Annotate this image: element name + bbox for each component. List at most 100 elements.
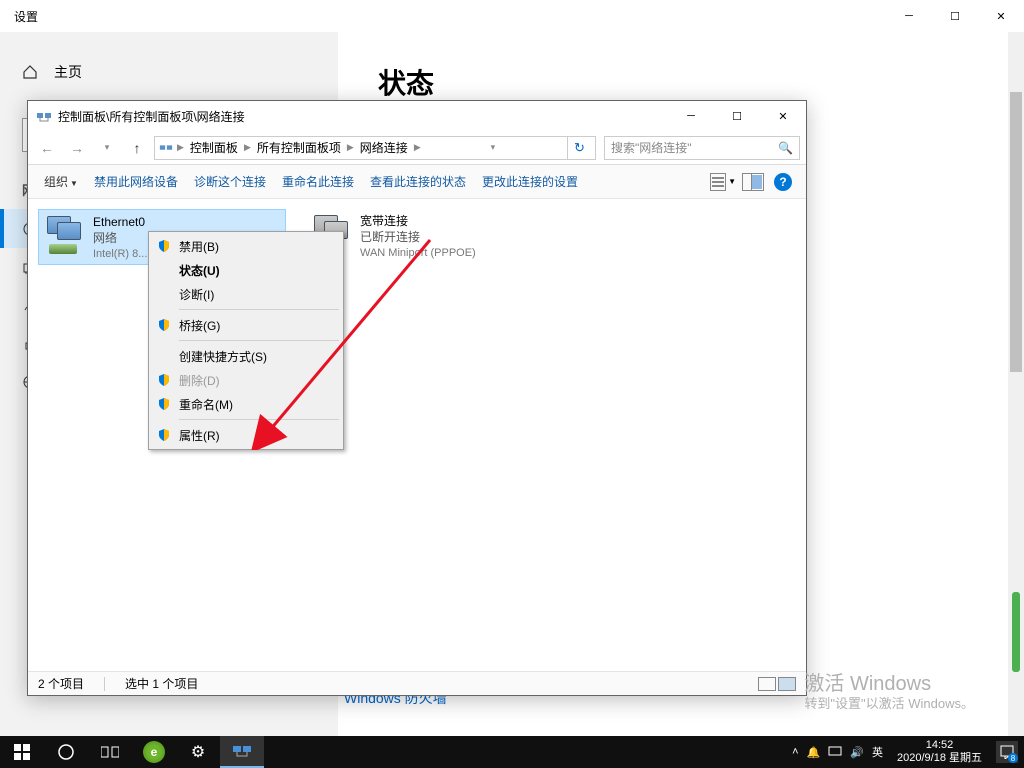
tb-disable-device[interactable]: 禁用此网络设备 bbox=[88, 169, 184, 194]
tb-diagnose[interactable]: 诊断这个连接 bbox=[188, 169, 272, 194]
tray-network-icon[interactable] bbox=[828, 744, 842, 761]
shield-icon bbox=[157, 428, 171, 442]
task-view-button[interactable] bbox=[88, 736, 132, 768]
tb-view-status[interactable]: 查看此连接的状态 bbox=[364, 169, 472, 194]
chevron-right-icon[interactable]: ▶ bbox=[345, 142, 356, 153]
windows-icon bbox=[14, 744, 30, 760]
forward-button: → bbox=[64, 135, 90, 161]
crumb-control-panel[interactable]: 控制面板 bbox=[186, 139, 242, 156]
cortana-button[interactable] bbox=[44, 736, 88, 768]
cp-toolbar: 组织▼ 禁用此网络设备 诊断这个连接 重命名此连接 查看此连接的状态 更改此连接… bbox=[28, 165, 806, 199]
connection-name: Ethernet0 bbox=[93, 214, 147, 230]
shield-icon bbox=[157, 318, 171, 332]
menu-disable[interactable]: 禁用(B) bbox=[151, 234, 341, 258]
cp-search-input[interactable]: 搜索"网络连接" 🔍 bbox=[604, 136, 800, 160]
back-button[interactable]: ← bbox=[34, 135, 60, 161]
menu-separator bbox=[179, 309, 339, 310]
connection-device: WAN Miniport (PPPOE) bbox=[360, 245, 476, 261]
divider bbox=[104, 677, 105, 691]
chevron-right-icon[interactable]: ▶ bbox=[242, 142, 253, 153]
tray-notifications-icon[interactable]: 🔔 bbox=[807, 746, 821, 759]
crumb-network-connections[interactable]: 网络连接 bbox=[356, 139, 412, 156]
view-options-button[interactable]: ▼ bbox=[710, 169, 736, 195]
crumb-all-items[interactable]: 所有控制面板项 bbox=[253, 139, 345, 156]
cp-minimize-button[interactable]: ─ bbox=[668, 102, 714, 130]
tray-volume-icon[interactable]: 🔊 bbox=[850, 746, 864, 759]
menu-bridge[interactable]: 桥接(G) bbox=[151, 313, 341, 337]
view-mode-icons[interactable] bbox=[758, 677, 796, 691]
taskbar: e ⚙ ˄ 🔔 🔊 英 14:52 2020/9/18 星期五 8 bbox=[0, 736, 1024, 768]
cp-maximize-button[interactable]: ☐ bbox=[714, 102, 760, 130]
menu-delete: 删除(D) bbox=[151, 368, 341, 392]
system-tray: ˄ 🔔 🔊 英 14:52 2020/9/18 星期五 8 bbox=[792, 739, 1024, 765]
cp-close-button[interactable]: ✕ bbox=[760, 102, 806, 130]
tray-chevron-up-icon[interactable]: ˄ bbox=[792, 746, 798, 758]
help-icon: ? bbox=[774, 173, 792, 191]
gear-icon: ⚙ bbox=[191, 742, 205, 762]
up-button[interactable]: ↑ bbox=[124, 135, 150, 161]
clock-date: 2020/9/18 星期五 bbox=[897, 752, 982, 765]
tray-ime-indicator[interactable]: 英 bbox=[872, 744, 883, 760]
cp-search-placeholder: 搜索"网络连接" bbox=[611, 139, 692, 156]
settings-scrollbar[interactable] bbox=[1008, 32, 1024, 736]
home-label: 主页 bbox=[54, 62, 82, 82]
page-heading: 状态 bbox=[378, 62, 984, 102]
shield-icon bbox=[157, 373, 171, 387]
menu-properties[interactable]: 属性(R) bbox=[151, 423, 341, 447]
scrollbar-thumb[interactable] bbox=[1010, 92, 1022, 372]
menu-label: 删除(D) bbox=[179, 372, 220, 389]
tb-rename[interactable]: 重命名此连接 bbox=[276, 169, 360, 194]
minimize-button[interactable]: ─ bbox=[886, 0, 932, 32]
menu-status[interactable]: 状态(U) bbox=[151, 258, 341, 282]
cp-title-text: 控制面板\所有控制面板项\网络连接 bbox=[58, 108, 245, 125]
notification-badge: 8 bbox=[1008, 753, 1018, 763]
address-dropdown[interactable]: ▾ bbox=[491, 142, 500, 153]
network-adapter-icon bbox=[43, 214, 85, 256]
connection-device: Intel(R) 8... bbox=[93, 246, 147, 262]
connection-status: 网络 bbox=[93, 230, 147, 246]
shield-icon bbox=[157, 397, 171, 411]
maximize-button[interactable]: ☐ bbox=[932, 0, 978, 32]
settings-titlebar: 设置 ─ ☐ ✕ bbox=[0, 0, 1024, 32]
organize-button[interactable]: 组织▼ bbox=[38, 169, 84, 194]
taskview-icon bbox=[101, 745, 119, 759]
tray-clock[interactable]: 14:52 2020/9/18 星期五 bbox=[891, 739, 988, 765]
menu-label: 重命名(M) bbox=[179, 396, 233, 413]
help-button[interactable]: ? bbox=[770, 169, 796, 195]
menu-rename[interactable]: 重命名(M) bbox=[151, 392, 341, 416]
breadcrumb[interactable]: ▶ 控制面板 ▶ 所有控制面板项 ▶ 网络连接 ▶ ▾ ↻ bbox=[154, 136, 596, 160]
preview-pane-button[interactable] bbox=[740, 169, 766, 195]
tb-change-settings[interactable]: 更改此连接的设置 bbox=[476, 169, 584, 194]
shield-icon bbox=[157, 239, 171, 253]
search-icon: 🔍 bbox=[778, 141, 793, 155]
network-connections-window: 控制面板\所有控制面板项\网络连接 ─ ☐ ✕ ← → ▾ ↑ ▶ 控制面板 ▶… bbox=[27, 100, 807, 696]
recent-dropdown[interactable]: ▾ bbox=[94, 135, 120, 161]
menu-label: 创建快捷方式(S) bbox=[179, 348, 267, 365]
menu-label: 桥接(G) bbox=[179, 317, 220, 334]
action-center-button[interactable]: 8 bbox=[996, 741, 1018, 763]
cp-content[interactable]: Ethernet0 网络 Intel(R) 8... ✕ 宽带连接 已断开连接 … bbox=[28, 199, 806, 671]
taskbar-explorer-button[interactable] bbox=[220, 736, 264, 768]
start-button[interactable] bbox=[0, 736, 44, 768]
cp-statusbar: 2 个项目 选中 1 个项目 bbox=[28, 671, 806, 695]
watermark-subtitle: 转到"设置"以激活 Windows。 bbox=[804, 694, 974, 714]
refresh-button[interactable]: ↻ bbox=[567, 136, 591, 160]
activation-watermark: 激活 Windows 转到"设置"以激活 Windows。 bbox=[804, 674, 974, 714]
menu-shortcut[interactable]: 创建快捷方式(S) bbox=[151, 344, 341, 368]
status-item-count: 2 个项目 bbox=[38, 675, 84, 692]
chevron-right-icon[interactable]: ▶ bbox=[175, 142, 186, 153]
home-row[interactable]: 主页 bbox=[0, 52, 338, 92]
menu-diagnose[interactable]: 诊断(I) bbox=[151, 282, 341, 306]
edge-button[interactable]: e bbox=[132, 736, 176, 768]
menu-label: 诊断(I) bbox=[179, 286, 214, 303]
close-button[interactable]: ✕ bbox=[978, 0, 1024, 32]
menu-separator bbox=[179, 419, 339, 420]
watermark-title: 激活 Windows bbox=[804, 674, 974, 694]
chevron-right-icon[interactable]: ▶ bbox=[412, 142, 423, 153]
menu-label: 属性(R) bbox=[179, 427, 220, 444]
taskbar-settings-button[interactable]: ⚙ bbox=[176, 736, 220, 768]
settings-title: 设置 bbox=[14, 8, 38, 25]
connection-status: 已断开连接 bbox=[360, 229, 476, 245]
scroll-indicator bbox=[1012, 592, 1020, 672]
cp-titlebar[interactable]: 控制面板\所有控制面板项\网络连接 ─ ☐ ✕ bbox=[28, 101, 806, 131]
